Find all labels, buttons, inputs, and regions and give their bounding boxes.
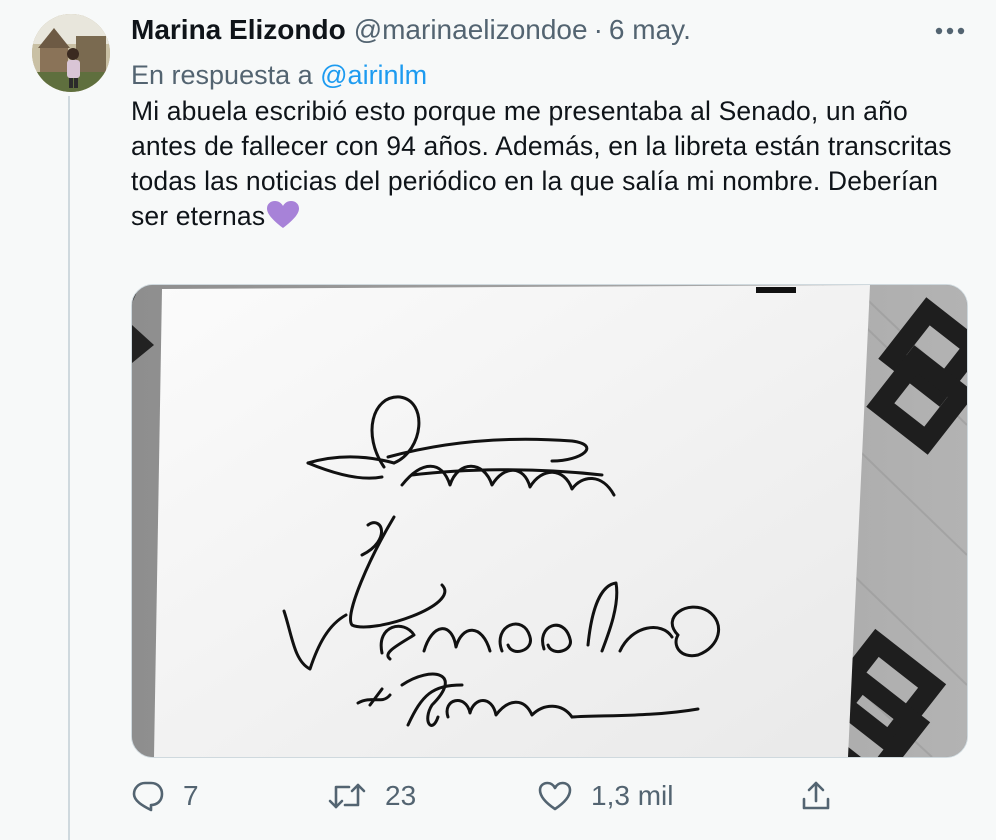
tweet-header: Marina Elizondo @marinaelizondoe · 6 may… [131,14,976,46]
tweet-body: Mi abuela escribió esto porque me presen… [131,96,952,231]
retweet-count: 23 [385,780,417,811]
tweet-media-image[interactable] [131,284,968,758]
reply-count: 7 [183,780,199,811]
tweet-date[interactable]: 6 may. [609,14,691,46]
retweet-icon [327,779,367,813]
like-icon [537,780,573,812]
action-bar: 7 23 1,3 mil [131,776,851,816]
separator-dot: · [593,14,603,45]
avatar[interactable] [32,14,110,92]
like-button[interactable]: 1,3 mil [537,776,673,816]
replying-to-prefix: En respuesta a [131,60,313,90]
reply-icon [131,779,165,813]
thread-line [68,96,70,840]
retweet-button[interactable]: 23 [327,776,416,816]
share-icon [799,779,833,813]
more-icon[interactable] [932,16,968,46]
author-handle[interactable]: @marinaelizondoe [354,14,588,46]
like-count: 1,3 mil [591,780,674,811]
purple-heart-icon [267,201,300,238]
share-button[interactable] [799,776,833,816]
reply-button[interactable]: 7 [131,776,199,816]
author-name[interactable]: Marina Elizondo [131,14,346,46]
tweet-text: Mi abuela escribió esto porque me presen… [131,94,971,238]
replying-to-mention[interactable]: @airinlm [320,60,427,90]
replying-to: En respuesta a @airinlm [131,60,427,91]
